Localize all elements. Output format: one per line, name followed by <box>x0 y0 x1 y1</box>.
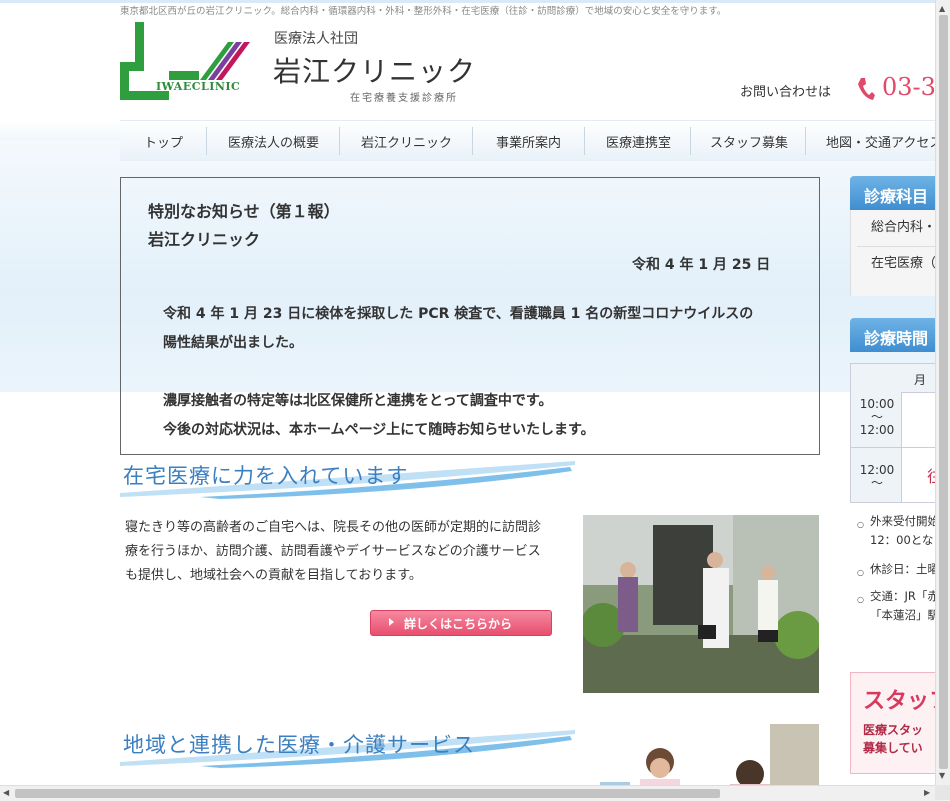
nav-divider <box>690 127 691 155</box>
main-nav: トップ 医療法人の概要 岩江クリニック 事業所案内 医療連携室 スタッフ募集 地… <box>120 120 950 161</box>
nav-offices[interactable]: 事業所案内 <box>496 132 561 151</box>
notice-para1-line1: 令和 4 年 1 月 23 日に検体を採取した PCR 検査で、看護職員 1 名… <box>163 306 754 322</box>
notice-date: 令和 4 年 1 月 25 日 <box>632 257 771 273</box>
nav-divider <box>339 127 340 155</box>
nav-top[interactable]: トップ <box>144 132 183 151</box>
department-item[interactable]: 在宅医療（ <box>871 252 936 271</box>
horizontal-scrollbar[interactable]: ◀ ▶ <box>0 785 950 801</box>
nav-divider <box>206 127 207 155</box>
scroll-right-icon[interactable]: ▶ <box>924 788 930 797</box>
department-item[interactable]: 総合内科・ <box>871 216 936 235</box>
home-care-heading: 在宅医療に力を入れています <box>120 457 575 499</box>
note-item: 交通：JR「赤 <box>870 589 939 603</box>
clinic-description: 在宅療養支援診療所 <box>350 93 458 104</box>
recruit-text: 募集してい <box>863 741 923 755</box>
details-button[interactable]: 詳しくはこちらから <box>370 610 552 636</box>
phone-number[interactable]: 03-3 <box>882 73 936 101</box>
hours-title: 診療時間 <box>864 329 929 348</box>
contact-label: お問い合わせは <box>740 85 832 100</box>
clinic-name: 岩江クリニック <box>273 55 477 88</box>
scroll-thumb[interactable] <box>15 789 720 798</box>
scroll-up-icon[interactable]: ▲ <box>939 4 945 13</box>
community-heading: 地域と連携した医療・介護サービス <box>120 726 575 768</box>
scroll-down-icon[interactable]: ▼ <box>939 771 945 780</box>
day-monday: 月 <box>914 373 927 387</box>
nav-liaison[interactable]: 医療連携室 <box>606 132 671 151</box>
notice-title: 特別なお知らせ（第１報） <box>148 202 340 221</box>
notice-para2-line1: 濃厚接触者の特定等は北区保健所と連携をとって調査中です。 <box>163 393 553 409</box>
notice-para2-line2: 今後の対応状況は、本ホームページ上にて随時お知らせいたします。 <box>163 422 595 438</box>
recruit-text: 医療スタッ <box>863 723 924 737</box>
nav-clinic[interactable]: 岩江クリニック <box>361 132 452 151</box>
nav-access[interactable]: 地図・交通アクセス <box>826 132 942 151</box>
arrow-right-icon <box>389 618 394 626</box>
notice-para1-line2: 陽性結果が出ました。 <box>163 335 303 351</box>
vertical-scrollbar[interactable]: ▲ ▼ <box>935 0 950 785</box>
nav-divider <box>472 127 473 155</box>
note-item: 外来受付開始 <box>870 514 939 528</box>
note-item: 休診日：土曜 <box>870 562 939 576</box>
details-button-label: 詳しくはこちらから <box>404 617 513 631</box>
home-care-title: 在宅医療に力を入れています <box>123 464 409 488</box>
note-item: 12：00となり <box>870 533 945 547</box>
time-slot-1: 10:00 〜 12:00 <box>859 397 895 437</box>
phone-icon <box>858 78 875 100</box>
site-tagline: 東京都北区西が丘の岩江クリニック。総合内科・循環器内科・外科・整形外科・在宅医療… <box>120 6 727 17</box>
community-title: 地域と連携した医療・介護サービス <box>123 733 475 757</box>
time-slot-2: 12:00 〜 <box>859 463 895 490</box>
bullet-icon: ○ <box>857 595 864 604</box>
bullet-icon: ○ <box>857 520 864 529</box>
logo-wordmark: IWAECLINIC <box>156 80 241 93</box>
notice-clinic: 岩江クリニック <box>148 230 261 249</box>
nav-overview[interactable]: 医療法人の概要 <box>228 132 319 151</box>
home-care-body: 寝たきり等の高齢者のご自宅へは、院長その他の医師が定期的に訪問診療を行うほか、訪… <box>125 520 542 583</box>
nav-recruit[interactable]: スタッフ募集 <box>710 132 788 151</box>
note-item: 「本蓮沼」駅 <box>870 608 939 622</box>
scrollbar-corner <box>935 785 950 800</box>
bullet-icon: ○ <box>857 568 864 577</box>
care-service-photo <box>600 724 819 794</box>
nav-divider <box>584 127 585 155</box>
nav-divider <box>805 127 806 155</box>
departments-title: 診療科目 <box>864 187 929 206</box>
special-notice: 特別なお知らせ（第１報） 岩江クリニック 令和 4 年 1 月 25 日 令和 … <box>120 177 820 455</box>
org-type: 医療法人社団 <box>274 31 358 47</box>
scroll-left-icon[interactable]: ◀ <box>3 788 9 797</box>
scroll-thumb[interactable] <box>939 15 948 769</box>
home-visit-photo <box>583 515 819 693</box>
